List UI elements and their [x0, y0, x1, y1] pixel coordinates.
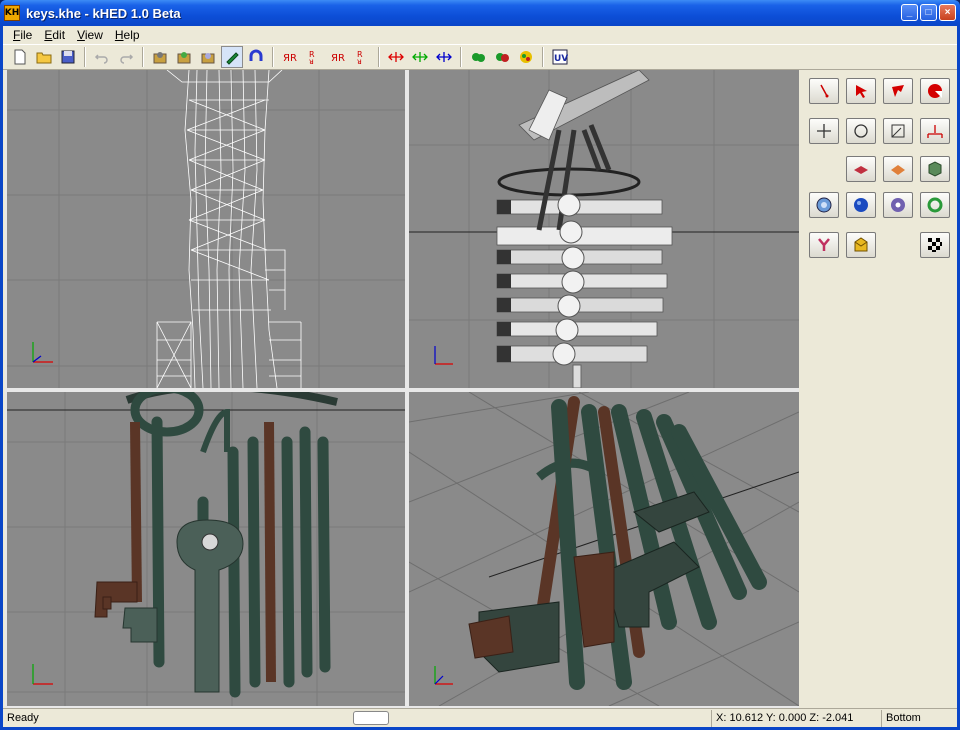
ungroup-icon[interactable] — [491, 46, 513, 68]
save-icon[interactable] — [57, 46, 79, 68]
axis-y-icon[interactable] — [409, 46, 431, 68]
uv-label: UV — [554, 54, 568, 64]
window-frame: File Edit View Help ЯR Rᴚ ЯR Rᴚ UV Ready… — [0, 26, 960, 730]
close-button[interactable]: × — [939, 4, 956, 21]
select-arrow-tool[interactable] — [846, 78, 876, 104]
toolbar-separator — [542, 47, 544, 67]
select-face-tool[interactable] — [883, 78, 913, 104]
scale-tool[interactable] — [883, 118, 913, 144]
viewport-perspective-textured[interactable] — [409, 392, 799, 706]
app-icon: KH — [4, 5, 20, 21]
rotate-tool[interactable] — [846, 118, 876, 144]
flip-icon[interactable]: Rᴚ — [351, 46, 373, 68]
window-title: keys.khe - kHED 1.0 Beta — [26, 5, 181, 21]
status-bar: Ready X: 10.612 Y: 0.000 Z: -2.041 Botto… — [3, 708, 957, 727]
cursor-coordinates: X: 10.612 Y: 0.000 Z: -2.041 — [711, 709, 881, 727]
toolbar-separator — [460, 47, 462, 67]
checker-texture-tool[interactable] — [920, 232, 950, 258]
svg-text:ЯR: ЯR — [283, 53, 297, 64]
toolbar-separator — [378, 47, 380, 67]
create-plane-tool[interactable] — [846, 156, 876, 182]
maximize-button[interactable]: □ — [920, 4, 937, 21]
wrench-tool-icon[interactable] — [221, 46, 243, 68]
toolbar: ЯR Rᴚ ЯR Rᴚ UV — [3, 44, 957, 70]
menu-file[interactable]: File — [7, 28, 38, 42]
open-folder-icon[interactable] — [33, 46, 55, 68]
menu-help[interactable]: Help — [109, 28, 146, 42]
redo-icon[interactable] — [115, 46, 137, 68]
create-cylinder-tool[interactable] — [809, 192, 839, 218]
new-file-icon[interactable] — [9, 46, 31, 68]
create-disc-tool[interactable] — [883, 192, 913, 218]
viewport-front-textured[interactable] — [7, 392, 405, 706]
color-group-icon[interactable] — [515, 46, 537, 68]
group-icon[interactable] — [467, 46, 489, 68]
viewport-top-shaded[interactable] — [409, 70, 799, 388]
create-box-flat-tool[interactable] — [883, 156, 913, 182]
tool-panel — [801, 70, 957, 708]
viewports-area — [5, 70, 799, 708]
svg-text:ᴚ: ᴚ — [309, 57, 314, 65]
menu-bar: File Edit View Help — [3, 26, 957, 44]
axis-x-icon[interactable] — [385, 46, 407, 68]
move-tool[interactable] — [809, 118, 839, 144]
svg-text:ЯR: ЯR — [331, 53, 345, 64]
mirror-z-icon[interactable]: ЯR — [327, 46, 349, 68]
toolbar-separator — [142, 47, 144, 67]
minimize-button[interactable]: _ — [901, 4, 918, 21]
toolbar-separator — [272, 47, 274, 67]
create-cube-tool[interactable] — [920, 156, 950, 182]
create-sphere-tool[interactable] — [846, 192, 876, 218]
import-icon[interactable] — [149, 46, 171, 68]
viewport-front-wireframe[interactable] — [7, 70, 405, 388]
undo-icon[interactable] — [91, 46, 113, 68]
textures-icon[interactable] — [197, 46, 219, 68]
bone-tool[interactable] — [809, 232, 839, 258]
toolbar-separator — [84, 47, 86, 67]
title-bar: KH keys.khe - kHED 1.0 Beta _ □ × — [0, 0, 960, 26]
menu-view[interactable]: View — [71, 28, 109, 42]
uv-editor-button[interactable]: UV — [549, 46, 571, 68]
select-vertex-tool[interactable] — [809, 78, 839, 104]
export-icon[interactable] — [173, 46, 195, 68]
material-tool[interactable] — [846, 232, 876, 258]
mirror-y-icon[interactable]: Rᴚ — [303, 46, 325, 68]
svg-text:ᴚ: ᴚ — [357, 57, 362, 65]
magnet-icon[interactable] — [245, 46, 267, 68]
axis-tool[interactable] — [920, 118, 950, 144]
menu-edit[interactable]: Edit — [38, 28, 71, 42]
select-object-tool[interactable] — [920, 78, 950, 104]
axis-z-icon[interactable] — [433, 46, 455, 68]
status-text: Ready — [7, 712, 39, 724]
active-view-label: Bottom — [881, 709, 951, 727]
progress-indicator — [353, 711, 389, 725]
create-torus-tool[interactable] — [920, 192, 950, 218]
mirror-x-icon[interactable]: ЯR — [279, 46, 301, 68]
